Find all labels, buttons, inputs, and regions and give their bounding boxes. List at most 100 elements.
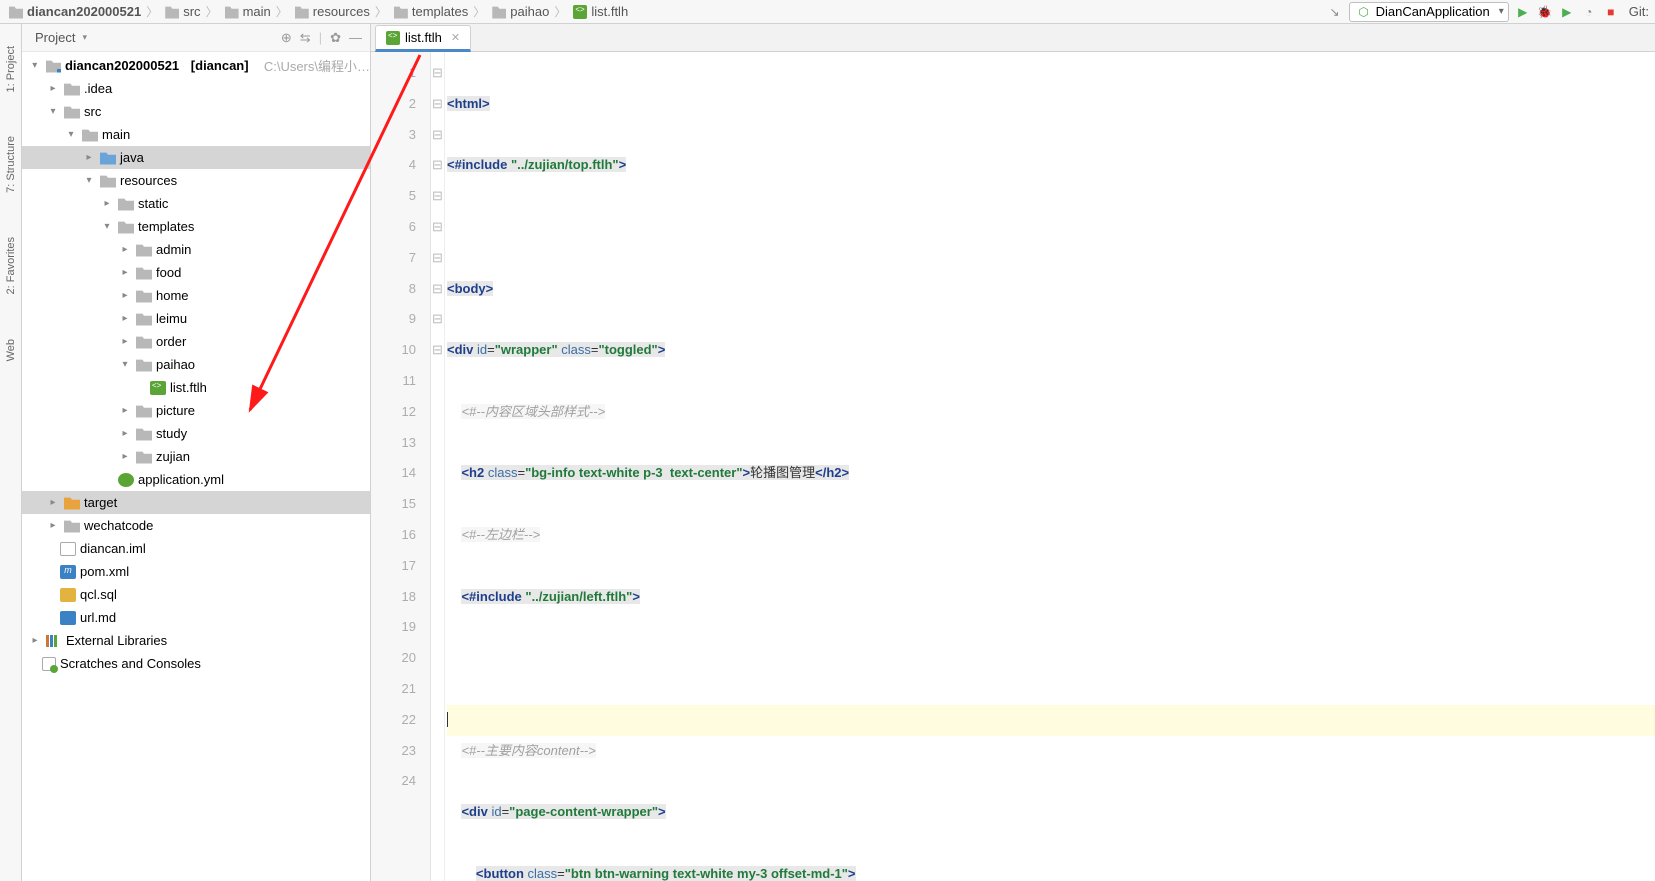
settings-icon[interactable]: ✿: [330, 30, 341, 46]
folder-icon: [295, 5, 309, 19]
tree-scratches[interactable]: Scratches and Consoles: [22, 652, 370, 675]
source-folder-icon: [100, 151, 116, 165]
breadcrumb-item[interactable]: list.ftlh: [570, 4, 631, 19]
iml-file-icon: [60, 542, 76, 556]
close-tab-icon[interactable]: ✕: [451, 31, 460, 44]
folder-icon: [492, 5, 506, 19]
yml-file-icon: [118, 473, 134, 487]
tree-folder-paihao[interactable]: ▾paihao: [22, 353, 370, 376]
excluded-folder-icon: [64, 496, 80, 510]
project-view-selector[interactable]: Project: [30, 30, 273, 45]
tree-file-application-yml[interactable]: application.yml: [22, 468, 370, 491]
favorites-tool-tab[interactable]: 2: Favorites: [3, 233, 19, 298]
breadcrumb-item[interactable]: main〉: [222, 3, 292, 20]
tree-folder[interactable]: ▸zujian: [22, 445, 370, 468]
ftlh-file-icon: [386, 31, 400, 45]
tree-folder-java[interactable]: ▸java: [22, 146, 370, 169]
libraries-icon: [46, 635, 62, 647]
folder-icon: [64, 82, 80, 96]
project-panel-header: Project ⊕ ⇆ | ✿ —: [22, 24, 370, 52]
project-panel: Project ⊕ ⇆ | ✿ — ▾diancan202000521 [dia…: [22, 24, 371, 881]
project-tool-tab[interactable]: 1: Project: [3, 42, 19, 96]
tree-file-md[interactable]: url.md: [22, 606, 370, 629]
code-content[interactable]: <html> <#include "../zujian/top.ftlh"> <…: [445, 52, 1655, 881]
folder-icon: [136, 427, 152, 441]
stop-icon[interactable]: ■: [1603, 4, 1619, 20]
tree-file-iml[interactable]: diancan.iml: [22, 537, 370, 560]
folder-icon: [64, 519, 80, 533]
coverage-icon[interactable]: ▶: [1559, 4, 1575, 20]
folder-icon: [118, 197, 134, 211]
breadcrumb-item[interactable]: diancan202000521〉: [6, 3, 162, 20]
folder-icon: [118, 220, 134, 234]
editor-area: list.ftlh ✕ 1234567891011121314151617181…: [371, 24, 1655, 881]
run-configuration-dropdown[interactable]: ⬡ DianCanApplication: [1349, 2, 1509, 22]
structure-tool-tab[interactable]: 7: Structure: [3, 132, 19, 197]
tree-folder-wechatcode[interactable]: ▸wechatcode: [22, 514, 370, 537]
tree-folder-templates[interactable]: ▾templates: [22, 215, 370, 238]
git-label: Git:: [1625, 4, 1649, 19]
expand-all-icon[interactable]: ⇆: [300, 30, 311, 46]
tree-folder-target[interactable]: ▸target: [22, 491, 370, 514]
maven-file-icon: m: [60, 565, 76, 579]
hide-icon[interactable]: —: [349, 30, 362, 46]
folder-icon: [82, 128, 98, 142]
profiler-icon[interactable]: ◔: [1581, 4, 1597, 20]
run-config-label: DianCanApplication: [1376, 4, 1490, 19]
build-icon[interactable]: ↘: [1327, 4, 1343, 20]
folder-icon: [165, 5, 179, 19]
tree-folder[interactable]: ▸order: [22, 330, 370, 353]
tree-file-pom[interactable]: mpom.xml: [22, 560, 370, 583]
tree-folder[interactable]: ▸admin: [22, 238, 370, 261]
folder-icon: [136, 335, 152, 349]
ftlh-file-icon: [150, 381, 166, 395]
tree-folder-static[interactable]: ▸static: [22, 192, 370, 215]
folder-icon: [136, 289, 152, 303]
locate-icon[interactable]: ⊕: [281, 30, 292, 46]
editor-tab-list-ftlh[interactable]: list.ftlh ✕: [375, 25, 471, 52]
spring-boot-icon: ⬡: [1356, 4, 1372, 20]
folder-icon: [136, 358, 152, 372]
tree-root[interactable]: ▾diancan202000521 [diancan] C:\Users\编程小…: [22, 54, 370, 77]
module-icon: [46, 59, 61, 73]
tree-folder-resources[interactable]: ▾resources: [22, 169, 370, 192]
folder-icon: [225, 5, 239, 19]
sql-file-icon: [60, 588, 76, 602]
tree-external-libraries[interactable]: ▸External Libraries: [22, 629, 370, 652]
tree-folder[interactable]: ▸leimu: [22, 307, 370, 330]
folder-icon: [136, 312, 152, 326]
tree-folder[interactable]: ▸home: [22, 284, 370, 307]
tab-label: list.ftlh: [405, 30, 442, 45]
tree-folder-idea[interactable]: ▸.idea: [22, 77, 370, 100]
folder-icon: [64, 105, 80, 119]
project-tree[interactable]: ▾diancan202000521 [diancan] C:\Users\编程小…: [22, 52, 370, 881]
line-number-gutter: 123456789101112131415161718192021222324: [371, 52, 431, 881]
tree-folder-src[interactable]: ▾src: [22, 100, 370, 123]
web-tool-tab[interactable]: Web: [3, 335, 19, 365]
tree-folder[interactable]: ▸picture: [22, 399, 370, 422]
breadcrumb-item[interactable]: templates〉: [391, 3, 489, 20]
folder-icon: [136, 404, 152, 418]
ftlh-file-icon: [573, 5, 587, 19]
folder-icon: [136, 450, 152, 464]
tree-file-list-ftlh[interactable]: list.ftlh: [22, 376, 370, 399]
fold-gutter[interactable]: ⊟⊟⊟⊟⊟⊟⊟⊟⊟⊟: [431, 52, 445, 881]
code-editor[interactable]: 123456789101112131415161718192021222324 …: [371, 52, 1655, 881]
breadcrumb-item[interactable]: paihao〉: [489, 3, 570, 20]
tree-folder-main[interactable]: ▾main: [22, 123, 370, 146]
scratches-icon: [42, 657, 56, 671]
navigation-bar: diancan202000521〉 src〉 main〉 resources〉 …: [0, 0, 1655, 24]
left-tool-strip: 1: Project 7: Structure 2: Favorites Web: [0, 24, 22, 881]
breadcrumb-item[interactable]: resources〉: [292, 3, 391, 20]
tree-file-sql[interactable]: qcl.sql: [22, 583, 370, 606]
folder-icon: [394, 5, 408, 19]
md-file-icon: [60, 611, 76, 625]
editor-tab-bar: list.ftlh ✕: [371, 24, 1655, 52]
folder-icon: [136, 243, 152, 257]
folder-icon: [136, 266, 152, 280]
run-icon[interactable]: ▶: [1515, 4, 1531, 20]
tree-folder[interactable]: ▸study: [22, 422, 370, 445]
tree-folder[interactable]: ▸food: [22, 261, 370, 284]
breadcrumb-item[interactable]: src〉: [162, 3, 221, 20]
debug-icon[interactable]: 🐞: [1537, 4, 1553, 20]
